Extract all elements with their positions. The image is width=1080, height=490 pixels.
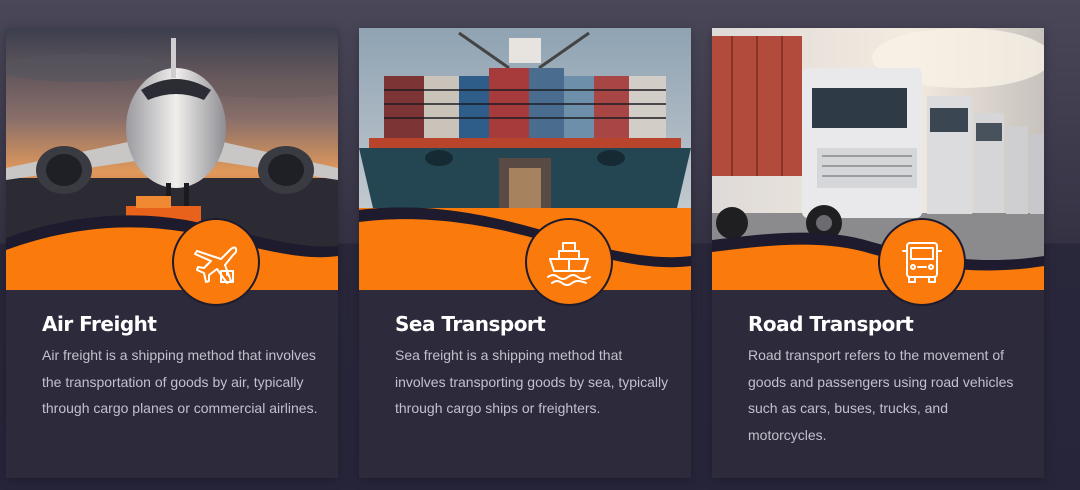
ship-icon (547, 242, 591, 286)
icon-circle (878, 218, 966, 306)
card-description: Sea freight is a shipping method that in… (395, 347, 669, 416)
card-title: Air Freight (42, 312, 157, 336)
card-title: Road Transport (748, 312, 914, 336)
card-description: Air freight is a shipping method that in… (42, 347, 318, 416)
service-card-road-transport[interactable]: Road Transport Road transport refers to … (712, 28, 1044, 478)
card-title: Sea Transport (395, 312, 546, 336)
icon-circle (525, 218, 613, 306)
service-card-sea-transport[interactable]: Sea Transport Sea freight is a shipping … (359, 28, 691, 478)
airplane-icon (194, 246, 238, 284)
truck-icon (902, 242, 942, 283)
icon-circle (172, 218, 260, 306)
air-freight-image (6, 28, 338, 290)
card-description: Road transport refers to the movement of… (748, 347, 1014, 443)
sea-transport-image (359, 28, 691, 290)
service-card-air-freight[interactable]: Air Freight Air freight is a shipping me… (6, 28, 338, 478)
road-transport-image (712, 28, 1044, 290)
